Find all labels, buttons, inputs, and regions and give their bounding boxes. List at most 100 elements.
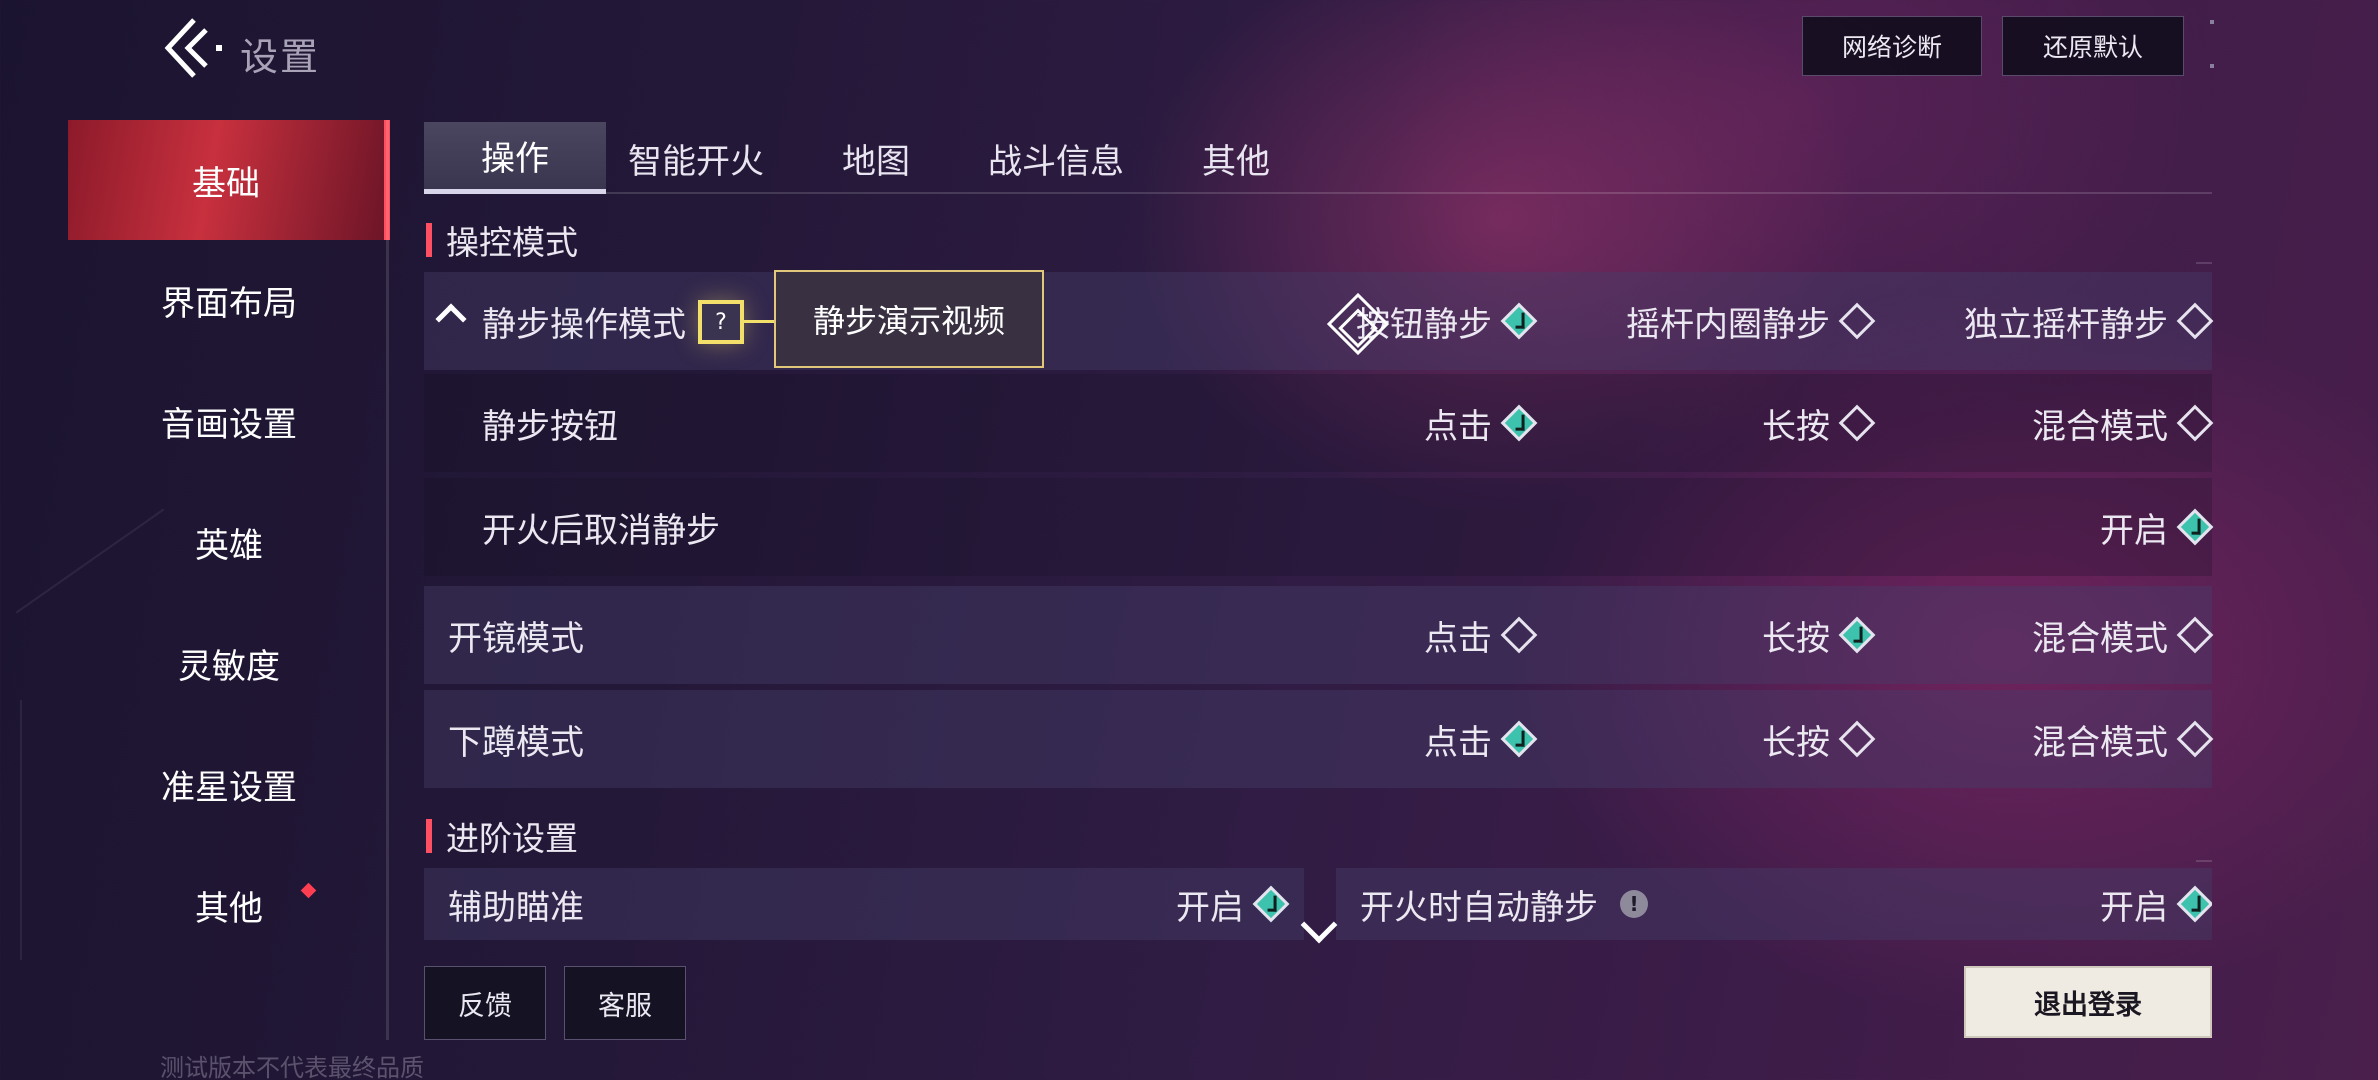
checked-diamond-icon bbox=[1500, 720, 1538, 758]
option-label: 长按 bbox=[1762, 722, 1830, 763]
unchecked-diamond-icon bbox=[2176, 720, 2214, 758]
sidebar-item-label: 英雄 bbox=[195, 526, 263, 566]
option-hybrid[interactable]: 混合模式 bbox=[2032, 374, 2214, 472]
option-label: 点击 bbox=[1424, 722, 1492, 763]
sidebar-item-label: 灵敏度 bbox=[178, 647, 280, 687]
option-enable[interactable]: 开启 bbox=[1176, 868, 1290, 940]
section-accent-bar bbox=[426, 819, 432, 853]
tab-map[interactable]: 地图 bbox=[786, 122, 966, 194]
option-label: 混合模式 bbox=[2032, 618, 2168, 659]
back-button[interactable] bbox=[158, 16, 228, 80]
section-divider bbox=[2196, 262, 2212, 264]
collapse-chevron-icon[interactable] bbox=[435, 303, 467, 335]
row-silent-mode: 静步操作模式 ? 静步演示视频 按钮静步 摇杆内圈静步 独立摇杆静步 bbox=[424, 270, 2214, 370]
logout-button[interactable]: 退出登录 bbox=[1964, 966, 2212, 1038]
row-silent-button: 静步按钮 点击 长按 混合模式 bbox=[424, 374, 2214, 472]
demo-video-tooltip[interactable]: 静步演示视频 bbox=[774, 270, 1044, 368]
sidebar-item-other[interactable]: 其他 bbox=[68, 845, 390, 966]
unchecked-diamond-icon bbox=[1838, 404, 1876, 442]
sidebar-item-layout[interactable]: 界面布局 bbox=[68, 240, 390, 361]
unchecked-diamond-icon bbox=[1838, 302, 1876, 340]
row-label: 开火时自动静步 ! bbox=[1360, 868, 1648, 940]
row-aim-assist: 辅助瞄准 开启 bbox=[424, 868, 1304, 940]
row-label: 静步按钮 bbox=[482, 406, 618, 447]
option-enable[interactable]: 开启 bbox=[2100, 868, 2212, 940]
sidebar-item-sensitivity[interactable]: 灵敏度 bbox=[68, 603, 390, 724]
sidebar-item-label: 准星设置 bbox=[161, 768, 297, 808]
row-label: 辅助瞄准 bbox=[448, 887, 584, 928]
notification-dot-icon bbox=[300, 882, 317, 899]
option-label: 摇杆内圈静步 bbox=[1626, 304, 1830, 345]
option-label: 点击 bbox=[1424, 618, 1492, 659]
info-icon[interactable]: ! bbox=[1620, 890, 1648, 918]
option-label: 开启 bbox=[1176, 887, 1244, 928]
section-divider bbox=[2196, 860, 2212, 862]
option-label: 混合模式 bbox=[2032, 722, 2168, 763]
row-label-text: 开火时自动静步 bbox=[1360, 887, 1598, 928]
tooltip-connector bbox=[744, 320, 774, 323]
option-enable[interactable]: 开启 bbox=[2100, 478, 2214, 576]
section-accent-bar bbox=[426, 223, 432, 257]
network-diagnosis-button[interactable]: 网络诊断 bbox=[1802, 16, 1982, 76]
option-independent-joystick-silent[interactable]: 独立摇杆静步 bbox=[1964, 272, 2214, 370]
tab-operation[interactable]: 操作 bbox=[424, 122, 606, 194]
option-tap[interactable]: 点击 bbox=[1424, 586, 1538, 684]
section-header-control: 操控模式 bbox=[426, 220, 578, 262]
help-button[interactable]: ? bbox=[698, 300, 744, 344]
tab-other[interactable]: 其他 bbox=[1146, 122, 1326, 194]
unchecked-diamond-icon bbox=[1838, 720, 1876, 758]
option-label: 独立摇杆静步 bbox=[1964, 304, 2168, 345]
tab-bar: 操作 智能开火 地图 战斗信息 其他 bbox=[424, 122, 2212, 194]
section-header-advanced: 进阶设置 bbox=[426, 816, 578, 858]
row-label: 静步操作模式 bbox=[482, 304, 686, 345]
checked-diamond-icon bbox=[1500, 404, 1538, 442]
sidebar-item-label: 基础 bbox=[192, 163, 260, 204]
checked-diamond-icon bbox=[1500, 302, 1538, 340]
option-label: 开启 bbox=[2100, 510, 2168, 551]
customer-service-button[interactable]: 客服 bbox=[564, 966, 686, 1040]
option-hybrid[interactable]: 混合模式 bbox=[2032, 586, 2214, 684]
section-title: 操控模式 bbox=[446, 223, 578, 262]
tab-smart-fire[interactable]: 智能开火 bbox=[606, 122, 786, 194]
option-label: 点击 bbox=[1424, 406, 1492, 447]
background-decoration bbox=[20, 700, 22, 960]
option-hold[interactable]: 长按 bbox=[1762, 690, 1876, 788]
sidebar-item-basic[interactable]: 基础 bbox=[68, 120, 390, 240]
feedback-button[interactable]: 反馈 bbox=[424, 966, 546, 1040]
scroll-down-chevron-icon[interactable] bbox=[1300, 906, 1338, 944]
section-title: 进阶设置 bbox=[446, 819, 578, 858]
unchecked-diamond-icon bbox=[2176, 302, 2214, 340]
sidebar: 基础 界面布局 音画设置 英雄 灵敏度 准星设置 其他 bbox=[68, 120, 390, 966]
option-joystick-inner-silent[interactable]: 摇杆内圈静步 bbox=[1626, 272, 1876, 370]
sidebar-item-audio-video[interactable]: 音画设置 bbox=[68, 361, 390, 482]
checked-diamond-icon bbox=[2176, 508, 2214, 546]
row-cancel-silent-after-fire: 开火后取消静步 开启 bbox=[424, 478, 2214, 576]
tooltip-label: 静步演示视频 bbox=[812, 302, 1005, 340]
corner-marker bbox=[2210, 64, 2214, 68]
back-arrow-icon bbox=[164, 18, 222, 78]
option-tap[interactable]: 点击 bbox=[1424, 374, 1538, 472]
row-crouch-mode: 下蹲模式 点击 长按 混合模式 bbox=[424, 690, 2214, 788]
option-hybrid[interactable]: 混合模式 bbox=[2032, 690, 2214, 788]
sidebar-item-hero[interactable]: 英雄 bbox=[68, 482, 390, 603]
corner-marker bbox=[2210, 20, 2214, 24]
row-label: 开火后取消静步 bbox=[482, 510, 720, 551]
option-hold[interactable]: 长按 bbox=[1762, 374, 1876, 472]
page-title: 设置 bbox=[240, 35, 321, 79]
sidebar-item-crosshair[interactable]: 准星设置 bbox=[68, 724, 390, 845]
sidebar-item-label: 其他 bbox=[195, 889, 263, 929]
unchecked-diamond-icon bbox=[1500, 616, 1538, 654]
sidebar-item-label: 界面布局 bbox=[161, 284, 297, 324]
checked-diamond-icon bbox=[1252, 885, 1290, 923]
option-hold[interactable]: 长按 bbox=[1762, 586, 1876, 684]
row-label: 下蹲模式 bbox=[448, 722, 584, 763]
option-label: 长按 bbox=[1762, 406, 1830, 447]
test-version-watermark: 测试版本不代表最终品质 bbox=[160, 1054, 424, 1080]
help-icon: ? bbox=[715, 309, 727, 335]
restore-default-button[interactable]: 还原默认 bbox=[2002, 16, 2184, 76]
row-auto-silent-on-fire: 开火时自动静步 ! 开启 bbox=[1336, 868, 2212, 940]
option-label: 混合模式 bbox=[2032, 406, 2168, 447]
row-label: 开镜模式 bbox=[448, 618, 584, 659]
tab-combat-info[interactable]: 战斗信息 bbox=[966, 122, 1146, 194]
option-tap[interactable]: 点击 bbox=[1424, 690, 1538, 788]
